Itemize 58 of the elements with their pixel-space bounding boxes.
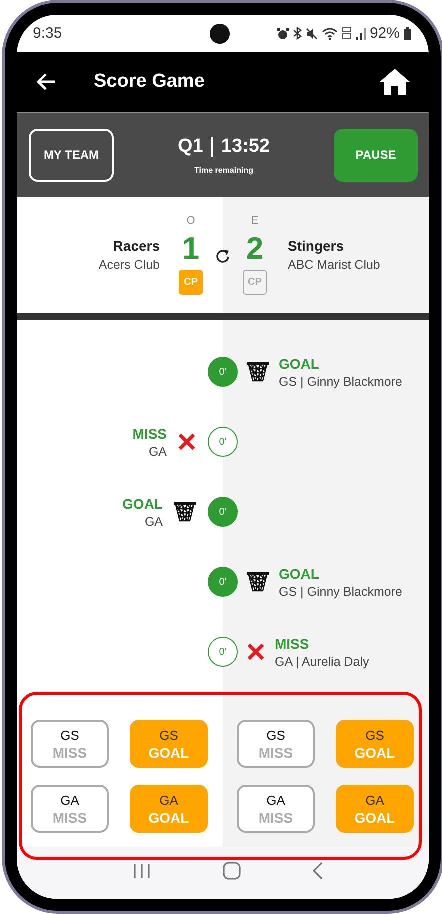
centre-pass-position: E xyxy=(251,215,259,227)
alarm-icon xyxy=(276,28,289,40)
screen-title: Score Game xyxy=(94,71,205,93)
pause-button[interactable]: PAUSE xyxy=(334,128,418,182)
team-name: Stingers xyxy=(288,238,344,254)
battery-icon xyxy=(404,27,411,40)
camera-hole xyxy=(210,24,230,44)
event-minute: 0' xyxy=(208,637,238,667)
status-time: 9:35 xyxy=(33,25,62,42)
event-minute: 0' xyxy=(208,497,238,527)
battery-level: 92% xyxy=(370,25,400,42)
separator-bar xyxy=(211,136,214,156)
cross-icon xyxy=(247,643,265,661)
score-button[interactable]: GS GOAL xyxy=(130,720,208,768)
recent-apps-icon[interactable] xyxy=(133,863,151,879)
centre-pass-position: O xyxy=(186,215,196,227)
club-name: ABC Marist Club xyxy=(288,258,380,272)
score-button[interactable]: GS MISS xyxy=(31,720,109,768)
game-clock: 13:52 xyxy=(221,136,270,158)
score-button[interactable]: GA GOAL xyxy=(336,785,414,833)
team-score: 2 xyxy=(246,231,264,267)
wifi-icon xyxy=(322,28,338,40)
event-player: GA xyxy=(148,444,167,458)
signal-icon xyxy=(356,28,366,40)
team-name: Racers xyxy=(113,238,160,254)
event-result: GOAL xyxy=(122,496,163,512)
club-name: Acers Club xyxy=(98,258,160,272)
event-minute: 0' xyxy=(208,357,238,387)
event-result: MISS xyxy=(132,426,167,442)
score-button[interactable]: GA MISS xyxy=(31,785,109,833)
event-player: GS | Ginny Blackmore xyxy=(279,584,402,598)
event-player: GA | Aurelia Daly xyxy=(275,654,370,668)
cross-icon xyxy=(178,433,196,451)
mute-icon xyxy=(306,28,318,40)
back-icon[interactable] xyxy=(313,862,323,880)
home-icon[interactable] xyxy=(379,68,411,96)
event-player: GA xyxy=(144,514,163,528)
score-button[interactable]: GS GOAL xyxy=(336,720,414,768)
event-minute: 0' xyxy=(208,567,238,597)
score-button[interactable]: GA MISS xyxy=(237,785,315,833)
score-button[interactable]: GA GOAL xyxy=(130,785,208,833)
score-button[interactable]: GS MISS xyxy=(237,720,315,768)
basketball-net-icon xyxy=(174,502,196,522)
my-team-button[interactable]: MY TEAM xyxy=(29,128,114,182)
team-score: 1 xyxy=(182,231,200,267)
swap-icon[interactable] xyxy=(216,248,230,264)
event-minute: 0' xyxy=(208,427,238,457)
clock-caption: Time remaining xyxy=(194,166,254,174)
basketball-net-icon xyxy=(247,572,269,592)
home-button-icon[interactable] xyxy=(223,862,241,880)
event-result: GOAL xyxy=(279,356,320,372)
event-player: GS | Ginny Blackmore xyxy=(279,374,402,388)
event-result: GOAL xyxy=(279,566,320,582)
quarter-label: Q1 xyxy=(178,136,204,158)
event-result: MISS xyxy=(275,636,310,652)
basketball-net-icon xyxy=(247,362,269,382)
back-arrow-icon[interactable] xyxy=(36,73,56,91)
bluetooth-icon xyxy=(292,27,302,40)
